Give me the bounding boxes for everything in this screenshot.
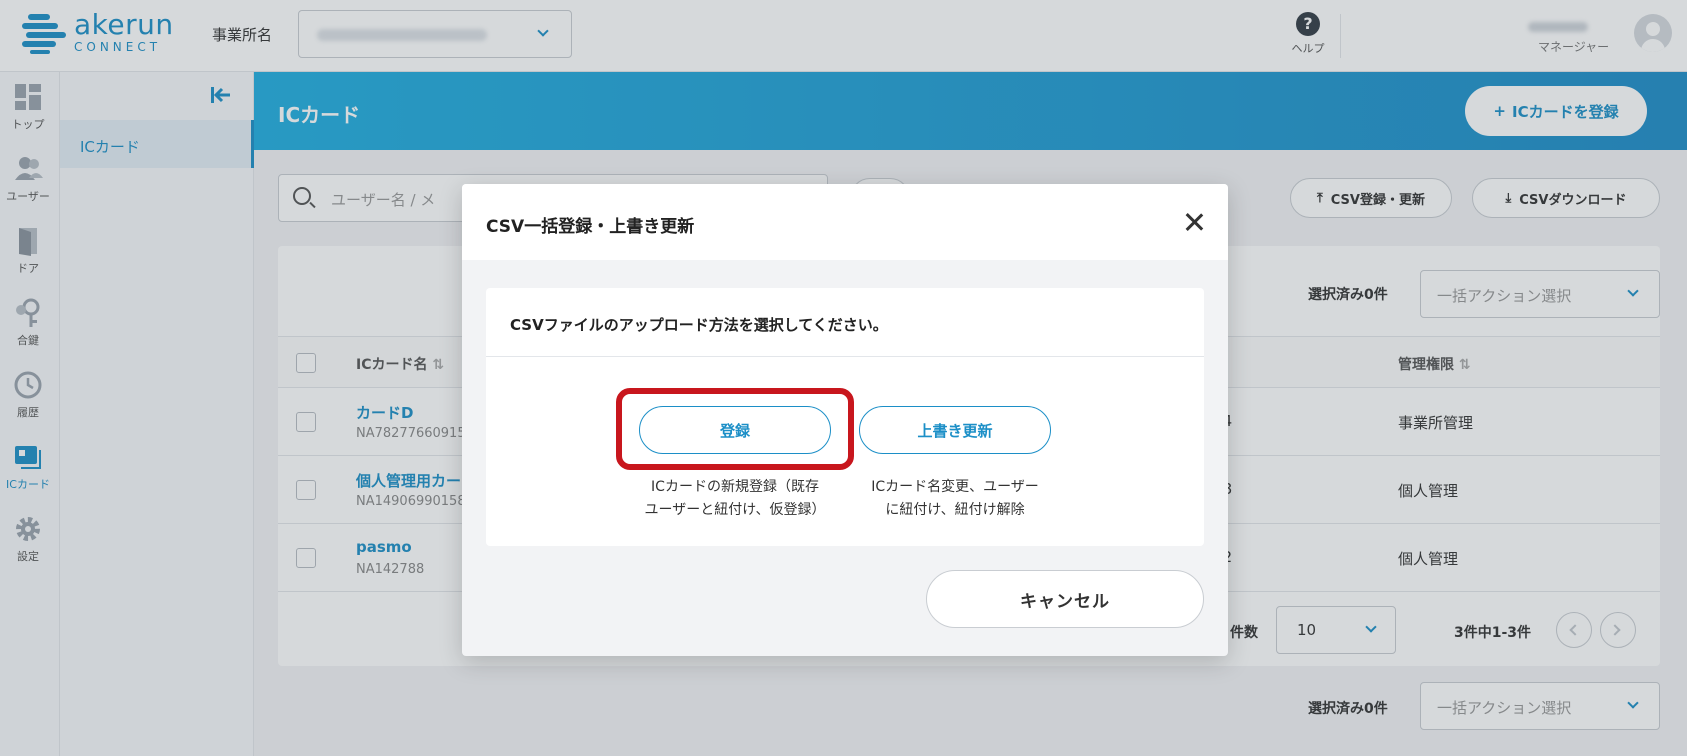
register-option-description: ICカードの新規登録（既存 ユーザーと紐付け、仮登録） bbox=[644, 479, 826, 518]
cancel-button[interactable]: キャンセル bbox=[926, 570, 1204, 628]
csv-register-option-button[interactable]: 登録 bbox=[639, 406, 831, 454]
csv-overwrite-option-button[interactable]: 上書き更新 bbox=[859, 406, 1051, 454]
close-icon[interactable] bbox=[1182, 210, 1206, 234]
modal-title: CSV一括登録・上書き更新 bbox=[486, 217, 695, 237]
divider bbox=[486, 356, 1204, 357]
modal-header: CSV一括登録・上書き更新 bbox=[462, 184, 1228, 260]
upload-method-question: CSVファイルのアップロード方法を選択してください。 bbox=[510, 316, 888, 334]
overwrite-option-description: ICカード名変更、ユーザー に紐付け、紐付け解除 bbox=[871, 479, 1039, 518]
